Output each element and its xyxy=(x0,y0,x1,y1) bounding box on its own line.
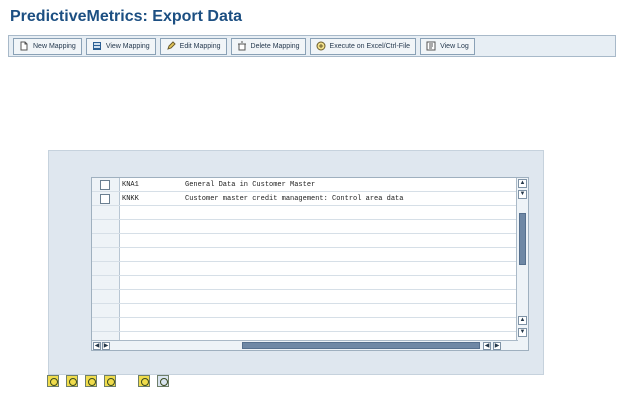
view-mapping-button[interactable]: View Mapping xyxy=(85,37,156,55)
delete-mapping-button[interactable]: Delete Mapping xyxy=(230,37,306,55)
table-row[interactable]: KNA1 General Data in Customer Master xyxy=(92,178,528,192)
table-code: KNA1 xyxy=(122,181,139,189)
document-icon xyxy=(20,41,28,51)
new-mapping-button[interactable]: New Mapping xyxy=(13,37,82,55)
page-title: PredictiveMetrics: Export Data xyxy=(10,8,243,25)
view-mapping-icon xyxy=(92,42,101,50)
empty-row xyxy=(92,220,528,234)
scroll-right-button[interactable]: ▶ xyxy=(102,342,110,350)
scroll-page-up-button[interactable]: ▲ xyxy=(518,316,527,325)
empty-row xyxy=(92,276,528,290)
scroll-up-button[interactable]: ▲ xyxy=(518,179,527,188)
execute-icon xyxy=(316,41,326,51)
table-description: General Data in Customer Master xyxy=(185,181,316,189)
scroll-down-button[interactable]: ▼ xyxy=(518,190,527,199)
vertical-scroll-thumb[interactable] xyxy=(519,213,526,265)
mapping-table: KNA1 General Data in Customer Master KNK… xyxy=(91,177,529,351)
table-row[interactable]: KNKK Customer master credit management: … xyxy=(92,192,528,206)
toolbar: New Mapping View Mapping Edit Mapping De… xyxy=(8,35,616,57)
log-icon xyxy=(426,41,436,51)
empty-row xyxy=(92,248,528,262)
horizontal-scroll-thumb[interactable] xyxy=(242,342,480,349)
scroll-page-down-button[interactable]: ▼ xyxy=(518,328,527,337)
toolbar-label-view-log: View Log xyxy=(440,42,469,50)
page-root: PredictiveMetrics: Export Data New Mappi… xyxy=(0,0,628,413)
toolbar-label-new-mapping: New Mapping xyxy=(33,42,76,50)
data-panel: KNA1 General Data in Customer Master KNK… xyxy=(48,150,544,375)
toolbar-label-delete-mapping: Delete Mapping xyxy=(250,42,300,50)
table-description: Customer master credit management: Contr… xyxy=(185,195,404,203)
view-log-button[interactable]: View Log xyxy=(420,37,475,55)
horizontal-scrollbar[interactable]: ◀ ▶ ◀ ▶ xyxy=(92,340,518,350)
row-checkbox[interactable] xyxy=(100,180,110,190)
reload-icon[interactable] xyxy=(66,375,78,387)
execute-export-button[interactable]: Execute on Excel/Ctrl-File xyxy=(309,37,417,55)
table-code: KNKK xyxy=(122,195,139,203)
scroll-left-end-button[interactable]: ◀ xyxy=(483,342,491,350)
toolbar-label-view-mapping: View Mapping xyxy=(105,42,150,50)
empty-row xyxy=(92,206,528,220)
empty-row xyxy=(92,234,528,248)
edit-mapping-button[interactable]: Edit Mapping xyxy=(159,37,227,55)
toolbar-label-execute-export: Execute on Excel/Ctrl-File xyxy=(329,42,411,50)
copy-icon[interactable] xyxy=(85,375,97,387)
empty-row xyxy=(92,290,528,304)
row-checkbox[interactable] xyxy=(100,194,110,204)
vertical-scrollbar[interactable]: ▲ ▼ ▲ ▼ xyxy=(516,178,528,350)
details-icon[interactable] xyxy=(157,375,169,387)
export-icon[interactable] xyxy=(104,375,116,387)
table-actions xyxy=(47,375,169,387)
toolbar-label-edit-mapping: Edit Mapping xyxy=(179,42,221,50)
refresh-icon[interactable] xyxy=(47,375,59,387)
delete-icon xyxy=(237,41,246,51)
scroll-right-end-button[interactable]: ▶ xyxy=(493,342,501,350)
empty-row xyxy=(92,318,528,332)
empty-row xyxy=(92,262,528,276)
empty-row xyxy=(92,304,528,318)
select-icon[interactable] xyxy=(138,375,150,387)
pencil-icon xyxy=(166,41,176,50)
scroll-left-button[interactable]: ◀ xyxy=(93,342,101,350)
